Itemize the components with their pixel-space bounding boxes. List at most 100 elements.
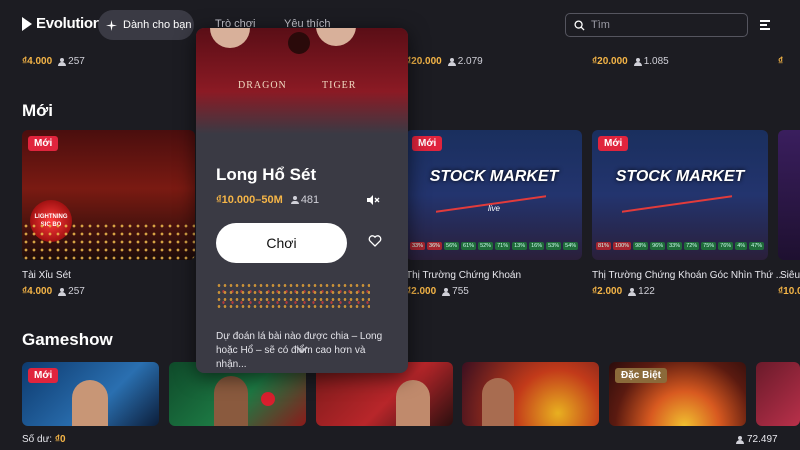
sparkle-icon [106, 19, 117, 31]
new-badge: Mới [28, 368, 59, 383]
price-range: ₫20.000 [592, 56, 628, 67]
game-card-partial[interactable] [778, 130, 800, 260]
player-count: 1.085 [633, 56, 669, 67]
game-name[interactable]: Siêu [780, 270, 800, 281]
art-label-dragon: DRAGON [238, 80, 287, 91]
game-card-stock-market-first-person[interactable]: Mới STOCK MARKET 81% 100% 98% 96% 33% 72% 75% 7… [592, 130, 768, 260]
person-icon [58, 287, 67, 296]
game-card-stock-market[interactable]: Mới STOCK MARKET live 33% 36% 56% 61% 52% 71%… [406, 130, 582, 260]
percentage-chip: 72% [684, 242, 700, 250]
section-title-gameshow: Gameshow [22, 330, 113, 349]
section-title-new: Mới [22, 101, 53, 120]
percentage-chip: 81% [596, 242, 612, 250]
game-name[interactable]: Thị Trường Chứng Khoán [406, 270, 521, 281]
game-card-lightning-sicbo[interactable]: Mới LIGHTNING SIC BO [22, 130, 195, 260]
percentage-chip: 47% [749, 242, 765, 250]
game-stats: ₫4.000 257 [22, 286, 85, 297]
popup-price-range: ₫10.000–50M [216, 194, 283, 206]
percentage-chip: 100% [613, 242, 632, 250]
popup-game-title: Long Hổ Sét [216, 165, 317, 184]
gameshow-card-5[interactable]: Đặc Biệt [609, 362, 746, 426]
percentage-chip: 33% [410, 242, 426, 250]
player-count: 2.079 [447, 56, 483, 67]
player-count: 257 [58, 56, 85, 67]
percentage-chip: 61% [461, 242, 477, 250]
game-preview-popup[interactable]: DRAGON TIGER Long Hổ Sét ₫10.000–50M 481… [196, 28, 408, 373]
dealer-hand [316, 28, 356, 46]
new-badge: Mới [598, 136, 629, 151]
percentage-chip: 71% [495, 242, 511, 250]
percentage-chip: 56% [444, 242, 460, 250]
top-row-stat-1: ₫4.000 257 [22, 56, 85, 67]
percentage-chip: 98% [633, 242, 649, 250]
cherry-icon [261, 392, 275, 406]
percentage-chip: 75% [701, 242, 717, 250]
game-name[interactable]: Thị Trường Chứng Khoán Góc Nhìn Thứ ... [592, 270, 784, 281]
host-figure [482, 378, 514, 426]
new-badge: Mới [412, 136, 443, 151]
percentage-chip: 16% [529, 242, 545, 250]
mute-icon[interactable] [366, 194, 380, 206]
percentage-chips: 81% 100% 98% 96% 33% 72% 75% 76% 4% 47% [596, 242, 765, 250]
percentage-chip: 96% [650, 242, 666, 250]
percentage-chip: 13% [512, 242, 528, 250]
percentage-chips: 33% 36% 56% 61% 52% 71% 13% 16% 53% 54% [410, 242, 579, 250]
game-art-title: STOCK MARKET [429, 168, 559, 185]
percentage-chip: 53% [546, 242, 562, 250]
dealer-hand [210, 28, 250, 48]
game-stats: ₫2.000 755 [406, 286, 469, 297]
game-name[interactable]: Tài Xỉu Sét [22, 270, 71, 281]
search-box[interactable] [565, 13, 748, 37]
percentage-chip: 54% [563, 242, 579, 250]
search-input[interactable] [591, 19, 731, 31]
person-icon [628, 287, 637, 296]
special-badge: Đặc Biệt [615, 368, 668, 383]
host-figure [396, 380, 430, 426]
game-art-title: STOCK MARKET [615, 168, 745, 185]
person-icon [442, 287, 451, 296]
chevron-down-icon[interactable] [296, 346, 308, 354]
top-row-stat-2: ₫20.000 2.079 [406, 56, 483, 67]
percentage-chip: 36% [427, 242, 443, 250]
nav-tab-for-you[interactable]: Dành cho bạn [98, 10, 194, 40]
person-icon [290, 196, 299, 204]
person-icon [58, 57, 67, 66]
percentage-chip: 33% [667, 242, 683, 250]
price-range: ₫4.000 [22, 56, 53, 67]
person-icon [736, 435, 744, 444]
nav-tab-for-you-label: Dành cho bạn [123, 19, 192, 31]
percentage-chip: 52% [478, 242, 494, 250]
gameshow-card-4[interactable] [462, 362, 599, 426]
percentage-chip: 4% [735, 242, 748, 250]
card-shoe [288, 32, 310, 54]
bead-road-pattern [216, 282, 370, 308]
game-preview-art: DRAGON TIGER [196, 28, 408, 134]
online-count: 72.497 [736, 434, 778, 445]
price-range-partial: ₫ [778, 56, 784, 67]
game-art-subtitle: live [487, 204, 500, 213]
art-label-tiger: TIGER [322, 80, 357, 91]
top-row-stat-3: ₫20.000 1.085 [592, 56, 669, 67]
logo-mark-icon [22, 16, 32, 31]
new-badge: Mới [28, 136, 59, 151]
bottom-status-bar: Số dư: ₫0 72.497 [0, 430, 800, 450]
person-icon [633, 57, 642, 66]
percentage-chip: 76% [718, 242, 734, 250]
search-icon [574, 19, 585, 31]
host-figure [72, 380, 108, 426]
menu-icon[interactable] [760, 20, 770, 30]
person-icon [447, 57, 456, 66]
gameshow-card-partial[interactable] [756, 362, 800, 426]
game-art-pattern [22, 222, 195, 260]
gameshow-card-1[interactable]: Mới [22, 362, 159, 426]
host-figure [214, 376, 248, 426]
price-range: ₫20.000 [406, 56, 442, 67]
popup-game-stats: ₫10.000–50M 481 [216, 194, 320, 206]
play-button[interactable]: Chơi [216, 223, 347, 263]
heart-icon[interactable] [368, 234, 382, 248]
balance-display: Số dư: ₫0 [22, 434, 66, 445]
game-stats: ₫2.000 122 [592, 286, 655, 297]
logo-text: Evolution [36, 15, 102, 32]
game-stats: ₫10.000 [778, 286, 800, 297]
evolution-logo[interactable]: Evolution [22, 15, 102, 32]
